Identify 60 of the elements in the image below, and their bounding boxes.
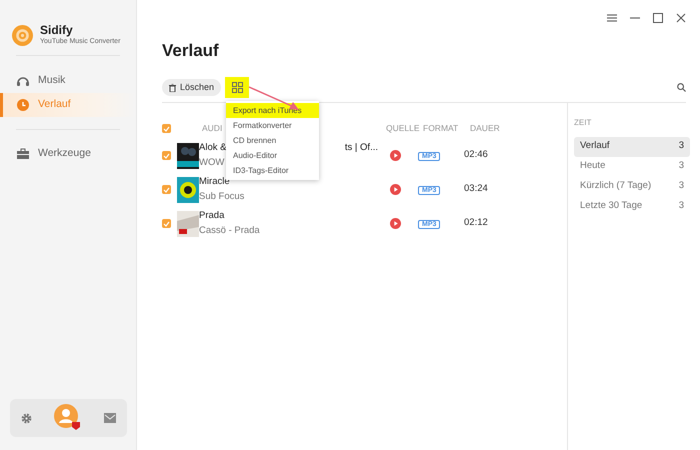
column-header: DAUER	[470, 123, 500, 134]
youtube-icon	[390, 150, 401, 161]
filter-item[interactable]: Verlauf 3	[574, 136, 690, 156]
youtube-icon	[390, 184, 401, 195]
checkbox[interactable]	[162, 124, 171, 133]
logo-icon	[12, 25, 33, 46]
headphones-icon	[17, 75, 29, 87]
youtube-icon	[390, 218, 401, 229]
maximize-icon	[652, 12, 662, 22]
nav-item[interactable]: Werkzeuge	[0, 142, 136, 166]
filter-count: 3	[678, 179, 684, 194]
filter-label: Letzte 30 Tage	[580, 199, 642, 214]
page-title: Verlauf	[162, 40, 220, 62]
tools-button[interactable]	[225, 77, 250, 98]
filter-item[interactable]: Letzte 30 Tage 3	[574, 196, 690, 216]
menu-item[interactable]: Export nach iTunes	[226, 103, 319, 118]
minimize-icon	[630, 16, 640, 18]
song-title: Miracle	[199, 175, 230, 190]
filter-label: Heute	[580, 159, 606, 174]
song-title: Prada	[199, 209, 224, 224]
filter-item[interactable]: Heute 3	[574, 156, 690, 176]
duration: 02:46	[464, 148, 488, 162]
column-header: AUDI	[202, 123, 222, 134]
filter-count: 3	[678, 199, 684, 214]
maximize-button[interactable]	[650, 10, 665, 25]
toolbox-icon	[17, 148, 29, 160]
section-heading: ZEIT	[574, 116, 592, 128]
clock-icon	[17, 99, 29, 111]
artist-name: Sub Focus	[199, 190, 246, 204]
menu-item[interactable]: Formatkonverter	[226, 118, 319, 133]
duration: 03:24	[464, 182, 488, 196]
trash-icon	[169, 84, 176, 92]
nav-item[interactable]: Musik	[0, 69, 136, 93]
duration: 02:12	[464, 216, 488, 230]
delete-button[interactable]: Löschen	[162, 79, 222, 96]
settings-icon[interactable]	[21, 412, 32, 424]
checkbox[interactable]	[162, 185, 171, 194]
app-name: Sidify	[40, 24, 74, 37]
filter-item[interactable]: Kürzlich (7 Tage) 3	[574, 176, 690, 196]
artist-name: WOW	[199, 156, 226, 170]
column-header: FORMAT	[423, 123, 458, 134]
close-icon	[676, 12, 686, 22]
menu-item[interactable]: CD brennen	[226, 133, 319, 148]
grid-icon	[232, 82, 243, 93]
mail-icon[interactable]	[104, 413, 116, 423]
song-title: Alok &	[199, 141, 226, 156]
menu-icon	[606, 14, 616, 22]
column-header: QUELLE	[386, 123, 420, 134]
filter-label: Verlauf	[580, 139, 610, 154]
avatar-icon[interactable]	[54, 404, 82, 432]
checkbox[interactable]	[162, 151, 171, 160]
filter-count: 3	[678, 159, 684, 174]
filter-count: 3	[678, 139, 684, 154]
menu-item[interactable]: ID3-Tags-Editor	[226, 163, 319, 178]
filter-label: Kürzlich (7 Tage)	[580, 179, 652, 194]
song-title: ts | Of...	[344, 141, 378, 156]
checkbox[interactable]	[162, 219, 171, 228]
search-icon[interactable]	[677, 83, 686, 92]
artist-name: Cassö - Prada	[199, 224, 261, 238]
menu-item[interactable]: Audio-Editor	[226, 148, 319, 163]
